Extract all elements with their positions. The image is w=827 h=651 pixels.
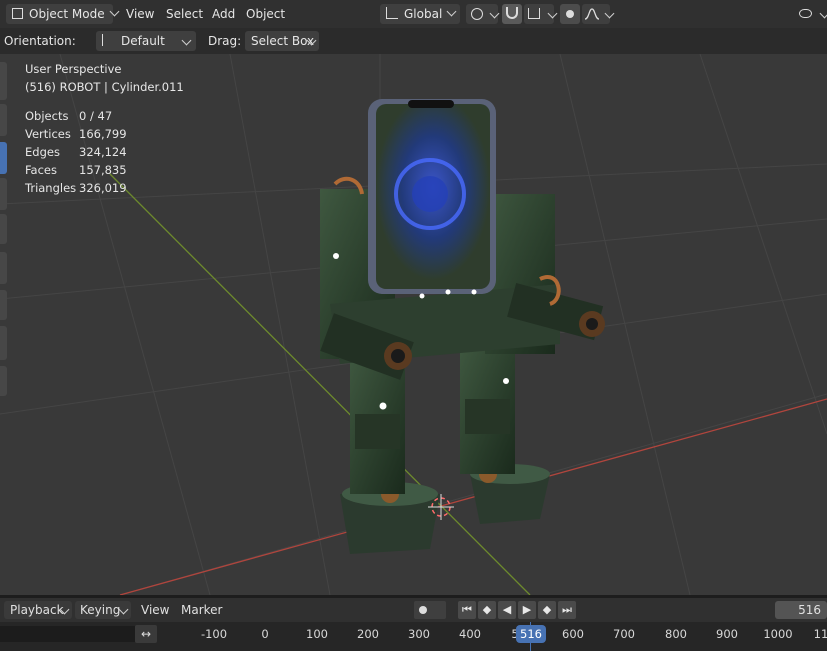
ruler-tick: 600 [562,627,584,641]
tool-move[interactable] [0,142,7,174]
ruler-tick: 11 [813,627,827,641]
timeline-channel-region [0,626,135,642]
orientation-dropdown[interactable]: Default [96,31,196,51]
playhead[interactable]: 516 [516,625,546,643]
magnet-icon [506,7,518,19]
chevron-down-icon [446,6,457,17]
chevron-down-icon [604,8,615,19]
stat-value: 324,124 [79,145,127,159]
robot-model [320,99,605,554]
stat-label: Vertices [25,127,71,141]
stat-label: Triangles [25,181,77,195]
chevron-down-icon [489,8,500,19]
ruler-tick: 800 [665,627,687,641]
jump-end-button[interactable]: ⏭ [558,601,576,619]
timeline-view-menu[interactable]: View [141,601,169,619]
jump-start-icon: ⏮ [462,603,472,616]
pivot-icon [471,8,483,20]
keying-menu[interactable]: Keying [75,601,131,619]
tool-transform[interactable] [0,252,7,284]
tool-select-box[interactable] [0,62,7,100]
view-name: User Perspective [25,62,122,76]
ruler-tick: 400 [459,627,481,641]
marker-menu[interactable]: Marker [181,601,222,619]
ruler-tick: 200 [357,627,379,641]
snap-target-dropdown[interactable] [524,4,558,24]
ruler-tick: 100 [306,627,328,641]
tool-measure[interactable] [0,326,7,360]
prev-keyframe-button[interactable]: ◆ [478,601,496,619]
stat-value: 0 / 47 [79,109,113,123]
3d-viewport[interactable]: User Perspective (516) ROBOT | Cylinder.… [0,54,827,595]
menu-add[interactable]: Add [212,4,235,24]
ruler-tick: 700 [613,627,635,641]
menu-view[interactable]: View [126,4,154,24]
chevron-down-icon [181,35,192,46]
object-info: (516) ROBOT | Cylinder.011 [25,80,184,94]
chevron-down-icon [819,8,827,19]
ruler-tick: 0 [261,627,269,641]
visibility-dropdown[interactable] [796,4,827,24]
play-icon: ▶ [522,603,532,616]
menu-select[interactable]: Select [166,4,203,24]
ruler-tick: -100 [200,627,228,641]
eye-icon [799,9,812,18]
expand-arrows-icon[interactable]: ↔ [135,625,157,643]
orientation-label: Orientation: [4,34,76,48]
drag-dropdown[interactable]: Select Box [245,31,319,51]
snap-increment-icon [528,8,540,19]
play-button[interactable]: ▶ [518,601,536,619]
pivot-point-dropdown[interactable] [466,4,500,24]
viewport-header: Object Mode View Select Add Object Globa… [0,0,827,28]
play-reverse-icon: ◀ [502,603,512,616]
ruler-tick: 900 [716,627,738,641]
orientation-axes-icon [386,7,398,19]
stat-label: Edges [25,145,60,159]
jump-start-button[interactable]: ⏮ [458,601,476,619]
play-reverse-button[interactable]: ◀ [498,601,516,619]
jump-end-icon: ⏭ [562,603,572,616]
stat-value: 157,835 [79,163,127,177]
tool-add-cube[interactable] [0,366,7,396]
next-keyframe-icon: ◆ [542,603,552,616]
tool-cursor[interactable] [0,104,7,136]
tool-settings-bar: Orientation: Default Drag: Select Box [0,28,827,54]
transform-orientation-dropdown[interactable]: Global [380,4,460,24]
prev-keyframe-icon: ◆ [482,603,492,616]
menu-object[interactable]: Object [246,4,285,24]
proportional-editing-toggle[interactable] [560,4,580,24]
chevron-down-icon [109,6,120,17]
snap-toggle[interactable] [502,4,522,24]
chevron-down-icon [547,8,558,19]
transform-gizmo-icon [102,34,112,46]
stat-value: 166,799 [79,127,127,141]
stat-value: 326,019 [79,181,127,195]
timeline-ruler[interactable]: ↔ -100 0 100 200 300 400 5 600 700 800 9… [0,622,827,651]
drag-label: Drag: [208,34,242,48]
tool-rotate[interactable] [0,178,7,210]
timeline-header: Playback Keying View Marker ⏮ ◆ ◀ ▶ ◆ ⏭ … [0,598,827,622]
proportional-dot-icon [566,10,574,18]
tool-annotate[interactable] [0,290,7,320]
playback-menu[interactable]: Playback [4,601,72,619]
current-frame-field[interactable]: 516 [775,601,827,619]
mode-selector[interactable]: Object Mode [6,4,120,24]
ruler-tick: 1000 [763,627,793,641]
object-mode-icon [12,8,23,19]
proportional-falloff-dropdown[interactable] [582,4,615,24]
falloff-curve-icon [584,8,600,20]
tool-scale[interactable] [0,214,7,244]
stat-label: Objects [25,109,69,123]
next-keyframe-button[interactable]: ◆ [538,601,556,619]
auto-keying-dropdown[interactable] [414,601,446,619]
record-dot-icon [419,606,427,614]
ruler-tick: 300 [408,627,430,641]
stat-label: Faces [25,163,57,177]
